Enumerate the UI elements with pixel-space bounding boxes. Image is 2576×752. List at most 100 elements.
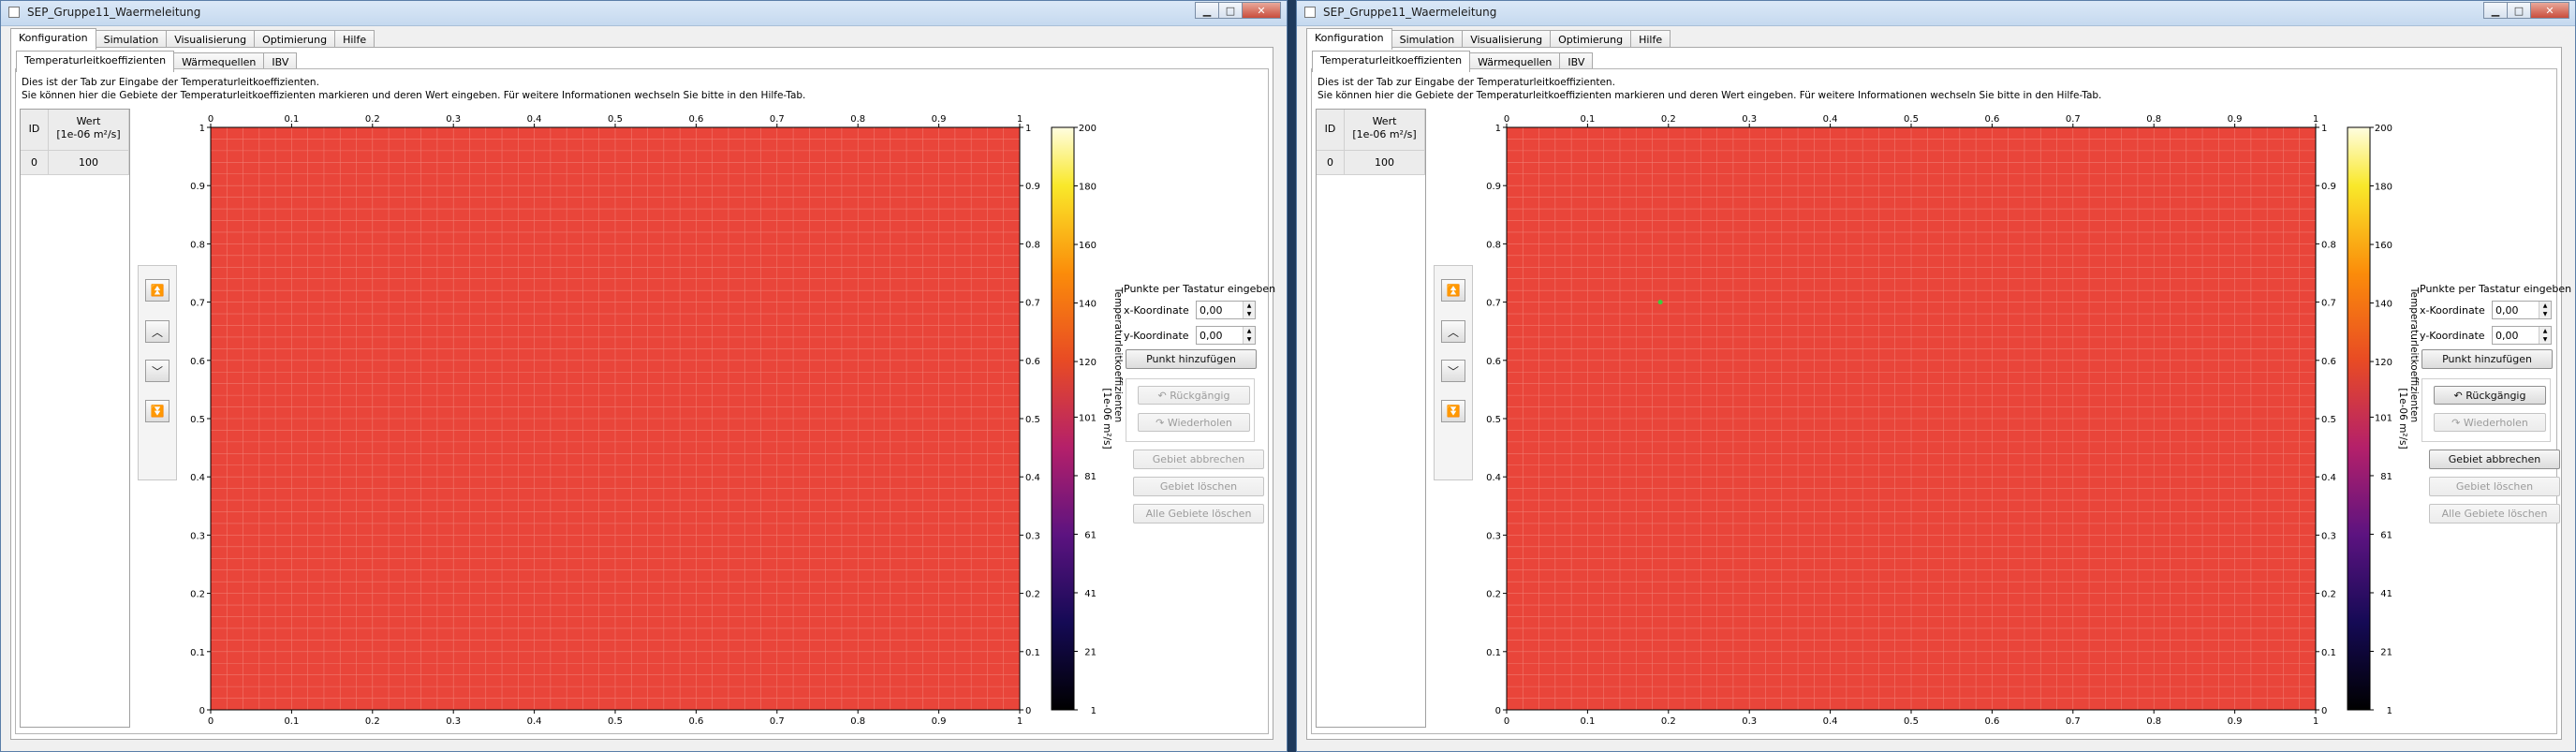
x-spin-arrows-icon[interactable]: ▲ ▼	[1243, 302, 1255, 318]
colorbar-tick-label: 21	[2380, 647, 2392, 657]
close-button[interactable]: ✕	[1242, 2, 1281, 19]
scroll-top-button[interactable]: ⏫	[1441, 279, 1465, 302]
cancel-area-button[interactable]: Gebiet abbrechen	[2429, 450, 2560, 469]
x-tick-label: 0.2	[365, 716, 380, 727]
x-tick-label: 0.1	[1580, 716, 1595, 727]
colorbar-tick-label: 1	[1091, 706, 1097, 716]
delete-all-areas-button[interactable]: Alle Gebiete löschen	[2429, 504, 2560, 523]
colorbar-tick-label: 140	[2375, 300, 2392, 310]
x-tick-label-top: 0.7	[2066, 114, 2081, 125]
y-tick-label: 0.2	[190, 590, 205, 600]
colorbar-unit: [1e-06 m²/s]	[2397, 388, 2408, 449]
scroll-up-button[interactable]: ︿	[145, 320, 169, 343]
y-tick-label: 0.8	[190, 240, 205, 250]
scroll-down-button[interactable]: ﹀	[145, 360, 169, 382]
colorbar-tick-label: 120	[1079, 358, 1097, 368]
chevron-down-icon: ﹀	[1447, 364, 1459, 378]
x-tick-label: 0.9	[2228, 716, 2243, 727]
colorbar-tick-label: 101	[2375, 413, 2392, 423]
y-tick-label-right: 0	[1025, 706, 1031, 716]
x-tick-label: 0.5	[1904, 716, 1919, 727]
delete-area-button[interactable]: Gebiet löschen	[1133, 477, 1264, 496]
undo-button[interactable]: ↶ Rückgängig	[2434, 386, 2546, 405]
colorbar-tick-label: 81	[1084, 472, 1097, 482]
x-tick-label: 0.6	[688, 716, 703, 727]
x-coordinate-input[interactable]: 0,00 ▲ ▼	[1196, 301, 1256, 319]
redo-label: Wiederholen	[1167, 417, 1232, 429]
x-tick-label: 0.4	[1823, 716, 1838, 727]
tab-konfiguration[interactable]: Konfiguration	[10, 28, 96, 50]
y-tick-label-right: 0.9	[1025, 182, 1040, 192]
x-coordinate-input[interactable]: 0,00 ▲ ▼	[2492, 301, 2552, 319]
y-coordinate-value: 0,00	[2495, 330, 2519, 342]
close-button[interactable]: ✕	[2530, 2, 2569, 19]
colorbar-tick-label: 180	[1079, 183, 1097, 193]
delete-area-button[interactable]: Gebiet löschen	[2429, 477, 2560, 496]
x-tick-label: 0.7	[770, 716, 785, 727]
minimize-icon: ▁	[1202, 4, 1212, 17]
colorbar-tick-label: 21	[1084, 647, 1097, 657]
redo-button[interactable]: ↷ Wiederholen	[1138, 413, 1250, 432]
redo-icon: ↷	[2451, 417, 2464, 429]
redo-button[interactable]: ↷ Wiederholen	[2434, 413, 2546, 432]
y-coordinate-label: y-Koordinate	[1124, 330, 1189, 342]
y-coordinate-input[interactable]: 0,00 ▲ ▼	[2492, 326, 2552, 345]
y-spin-arrows-icon[interactable]: ▲ ▼	[1243, 327, 1255, 344]
scroll-up-button[interactable]: ︿	[1441, 320, 1465, 343]
x-tick-label: 0.2	[1661, 716, 1676, 727]
colorbar-tick-label: 101	[1079, 413, 1097, 423]
x-tick-label: 0.7	[2066, 716, 2081, 727]
x-tick-label-top: 0.3	[1742, 114, 1757, 125]
maximize-button[interactable]: □	[2507, 2, 2531, 19]
selected-point-marker[interactable]	[1657, 300, 1663, 305]
y-coordinate-input[interactable]: 0,00 ▲ ▼	[1196, 326, 1256, 345]
colorbar	[2347, 126, 2371, 711]
double-chevron-down-icon: ⏬	[1446, 405, 1461, 418]
x-spin-arrows-icon[interactable]: ▲ ▼	[2539, 302, 2551, 318]
delete-all-areas-button[interactable]: Alle Gebiete löschen	[1133, 504, 1264, 523]
y-tick-label-right: 0.6	[1025, 357, 1040, 367]
y-tick-label-right: 0.8	[1025, 240, 1040, 250]
y-tick-label: 0.1	[1486, 648, 1501, 658]
undo-button[interactable]: ↶ Rückgängig	[1138, 386, 1250, 405]
tab-temperaturleitkoeffizienten[interactable]: Temperaturleitkoeffizienten	[16, 51, 175, 72]
keyboard-input-title: Punkte per Tastatur eingeben	[2420, 283, 2572, 295]
tab-konfiguration[interactable]: Konfiguration	[1306, 28, 1392, 50]
x-tick-label-top: 0.8	[850, 114, 865, 125]
chevron-down-icon: ﹀	[151, 364, 163, 378]
minimize-button[interactable]: ▁	[1195, 2, 1219, 19]
y-tick-label: 0.7	[190, 299, 205, 309]
y-tick-label-right: 0.9	[2321, 182, 2336, 192]
scroll-top-button[interactable]: ⏫	[145, 279, 169, 302]
x-tick-label: 0.6	[1984, 716, 1999, 727]
x-tick-label-top: 0.8	[2146, 114, 2161, 125]
double-chevron-up-icon: ⏫	[1446, 284, 1461, 297]
scroll-bottom-button[interactable]: ⏬	[1441, 400, 1465, 422]
x-tick-label-top: 0.5	[608, 114, 623, 125]
add-point-button[interactable]: Punkt hinzufügen	[1126, 349, 1257, 369]
y-tick-label: 0.1	[190, 648, 205, 658]
view-navigation: ⏫ ︿ ﹀ ⏬	[138, 265, 177, 480]
colorbar-tick-label: 140	[1079, 300, 1097, 310]
scroll-bottom-button[interactable]: ⏬	[145, 400, 169, 422]
undo-icon: ↶	[1157, 390, 1170, 402]
y-tick-label: 1	[1495, 124, 1501, 134]
tab-temperaturleitkoeffizienten[interactable]: Temperaturleitkoeffizienten	[1312, 51, 1471, 72]
window-controls: ▁ □ ✕	[1195, 2, 1281, 19]
minimize-button[interactable]: ▁	[2483, 2, 2508, 19]
cancel-area-button[interactable]: Gebiet abbrechen	[1133, 450, 1264, 469]
y-tick-label-right: 0.7	[1025, 299, 1040, 309]
y-spin-arrows-icon[interactable]: ▲ ▼	[2539, 327, 2551, 344]
colorbar-tick-label: 180	[2375, 183, 2392, 193]
colorbar-tick-label: 61	[2380, 530, 2392, 540]
y-tick-label: 0.4	[1486, 473, 1501, 483]
add-point-button[interactable]: Punkt hinzufügen	[2421, 349, 2553, 369]
scroll-down-button[interactable]: ﹀	[1441, 360, 1465, 382]
colorbar-tick-label: 41	[2380, 589, 2392, 599]
maximize-button[interactable]: □	[1218, 2, 1243, 19]
y-tick-label: 0.7	[1486, 299, 1501, 309]
undo-label: Rückgängig	[2466, 390, 2526, 402]
x-tick-label-top: 0.2	[365, 114, 380, 125]
y-tick-label-right: 0.7	[2321, 299, 2336, 309]
y-tick-label: 0	[1495, 706, 1501, 716]
